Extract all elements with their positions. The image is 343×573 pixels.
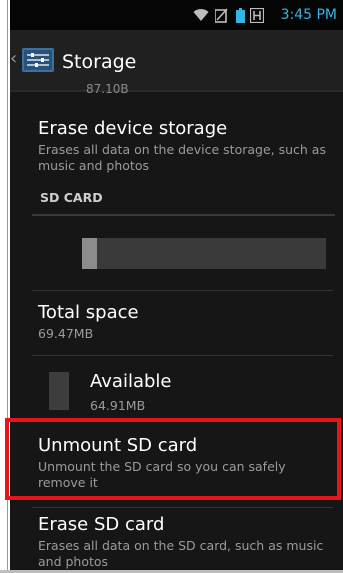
section-divider <box>32 214 335 216</box>
available-value: 64.91MB <box>90 398 146 413</box>
action-bar[interactable]: ‹ Storage <box>10 30 343 92</box>
clipped-previous-item: 87.10B <box>86 82 129 96</box>
total-space-title: Total space <box>38 302 139 323</box>
divider <box>32 290 333 291</box>
page-title: Storage <box>62 51 137 73</box>
sd-usage-fill <box>82 238 97 269</box>
sd-usage-bar <box>82 238 326 269</box>
notification-icon <box>250 8 264 23</box>
sd-card-section-header: SD CARD <box>40 190 103 205</box>
no-signal-icon <box>215 8 228 23</box>
status-bar: 3:45 PM <box>10 0 343 30</box>
total-space-item: Total space 69.47MB <box>38 302 335 342</box>
total-space-value: 69.47MB <box>38 326 94 341</box>
highlight-box <box>5 418 341 500</box>
settings-sliders-icon[interactable] <box>22 48 54 72</box>
battery-icon <box>236 8 245 23</box>
divider <box>32 507 333 508</box>
erase-device-storage-item[interactable]: Erase device storage Erases all data on … <box>38 118 335 174</box>
wifi-icon <box>193 9 209 21</box>
erase-sd-card-item[interactable]: Erase SD card Erases all data on the SD … <box>38 514 335 570</box>
chevron-left-icon[interactable]: ‹ <box>10 48 17 69</box>
erase-device-storage-title: Erase device storage <box>38 118 228 139</box>
erase-device-storage-summary: Erases all data on the device storage, s… <box>38 142 326 173</box>
available-title: Available <box>90 371 172 392</box>
erase-sd-card-title: Erase SD card <box>38 514 165 535</box>
available-color-swatch <box>49 372 69 410</box>
status-time: 3:45 PM <box>280 7 337 23</box>
erase-sd-card-summary: Erases all data on the SD card, such as … <box>38 538 324 569</box>
divider <box>32 355 333 356</box>
